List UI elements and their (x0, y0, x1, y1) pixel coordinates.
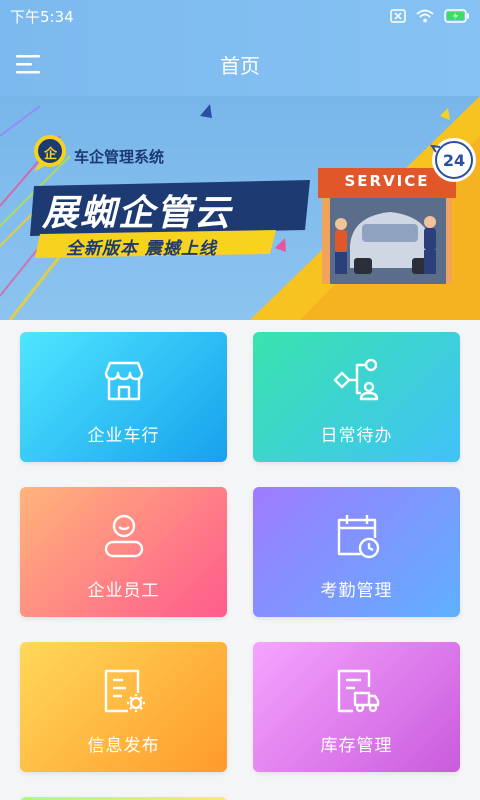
status-time: 下午5:34 (10, 7, 74, 26)
service-sign: SERVICE (344, 172, 430, 190)
tile-inventory[interactable]: 库存管理 (253, 642, 460, 772)
hamburger-menu-icon[interactable] (14, 52, 44, 76)
system-name: 车企管理系统 (74, 148, 165, 166)
tile-label: 库存管理 (320, 735, 393, 756)
sim-disabled-icon (390, 9, 406, 23)
tile-daily-todo[interactable]: 日常待办 (253, 332, 460, 462)
promo-banner[interactable]: 企 车企管理系统 展蜘企管云 全新版本 震撼上线 SERVICE 24 (0, 96, 480, 320)
tile-enterprise-dealership[interactable]: 企业车行 (20, 332, 227, 462)
brand-badge-text: 企 (44, 147, 58, 162)
storefront-icon (104, 361, 143, 400)
tile-label: 日常待办 (320, 425, 393, 446)
wifi-icon (416, 9, 434, 23)
product-name: 展蜘企管云 (42, 193, 233, 234)
tagline: 全新版本 震撼上线 (66, 239, 217, 259)
tile-label: 企业员工 (87, 580, 160, 601)
tile-enterprise-staff[interactable]: 企业员工 (20, 487, 227, 617)
tile-label: 企业车行 (87, 425, 160, 446)
tile-attendance[interactable]: 考勤管理 (253, 487, 460, 617)
flow-tasks-icon (333, 358, 378, 400)
document-gear-icon (104, 669, 145, 712)
status-bar: 下午5:34 (0, 0, 480, 32)
hours-badge-text: 24 (442, 151, 466, 170)
calendar-clock-icon (337, 514, 379, 558)
app-header: 下午5:34 首页 (0, 0, 480, 96)
status-icons (390, 9, 470, 23)
tile-info-publish[interactable]: 信息发布 (20, 642, 227, 772)
document-truck-icon (337, 669, 379, 712)
page-title: 首页 (220, 53, 260, 78)
battery-charging-icon (444, 9, 469, 23)
title-bar: 首页 (0, 32, 480, 96)
person-icon (104, 514, 143, 557)
tile-label: 考勤管理 (320, 580, 393, 601)
tile-label: 信息发布 (87, 735, 160, 756)
